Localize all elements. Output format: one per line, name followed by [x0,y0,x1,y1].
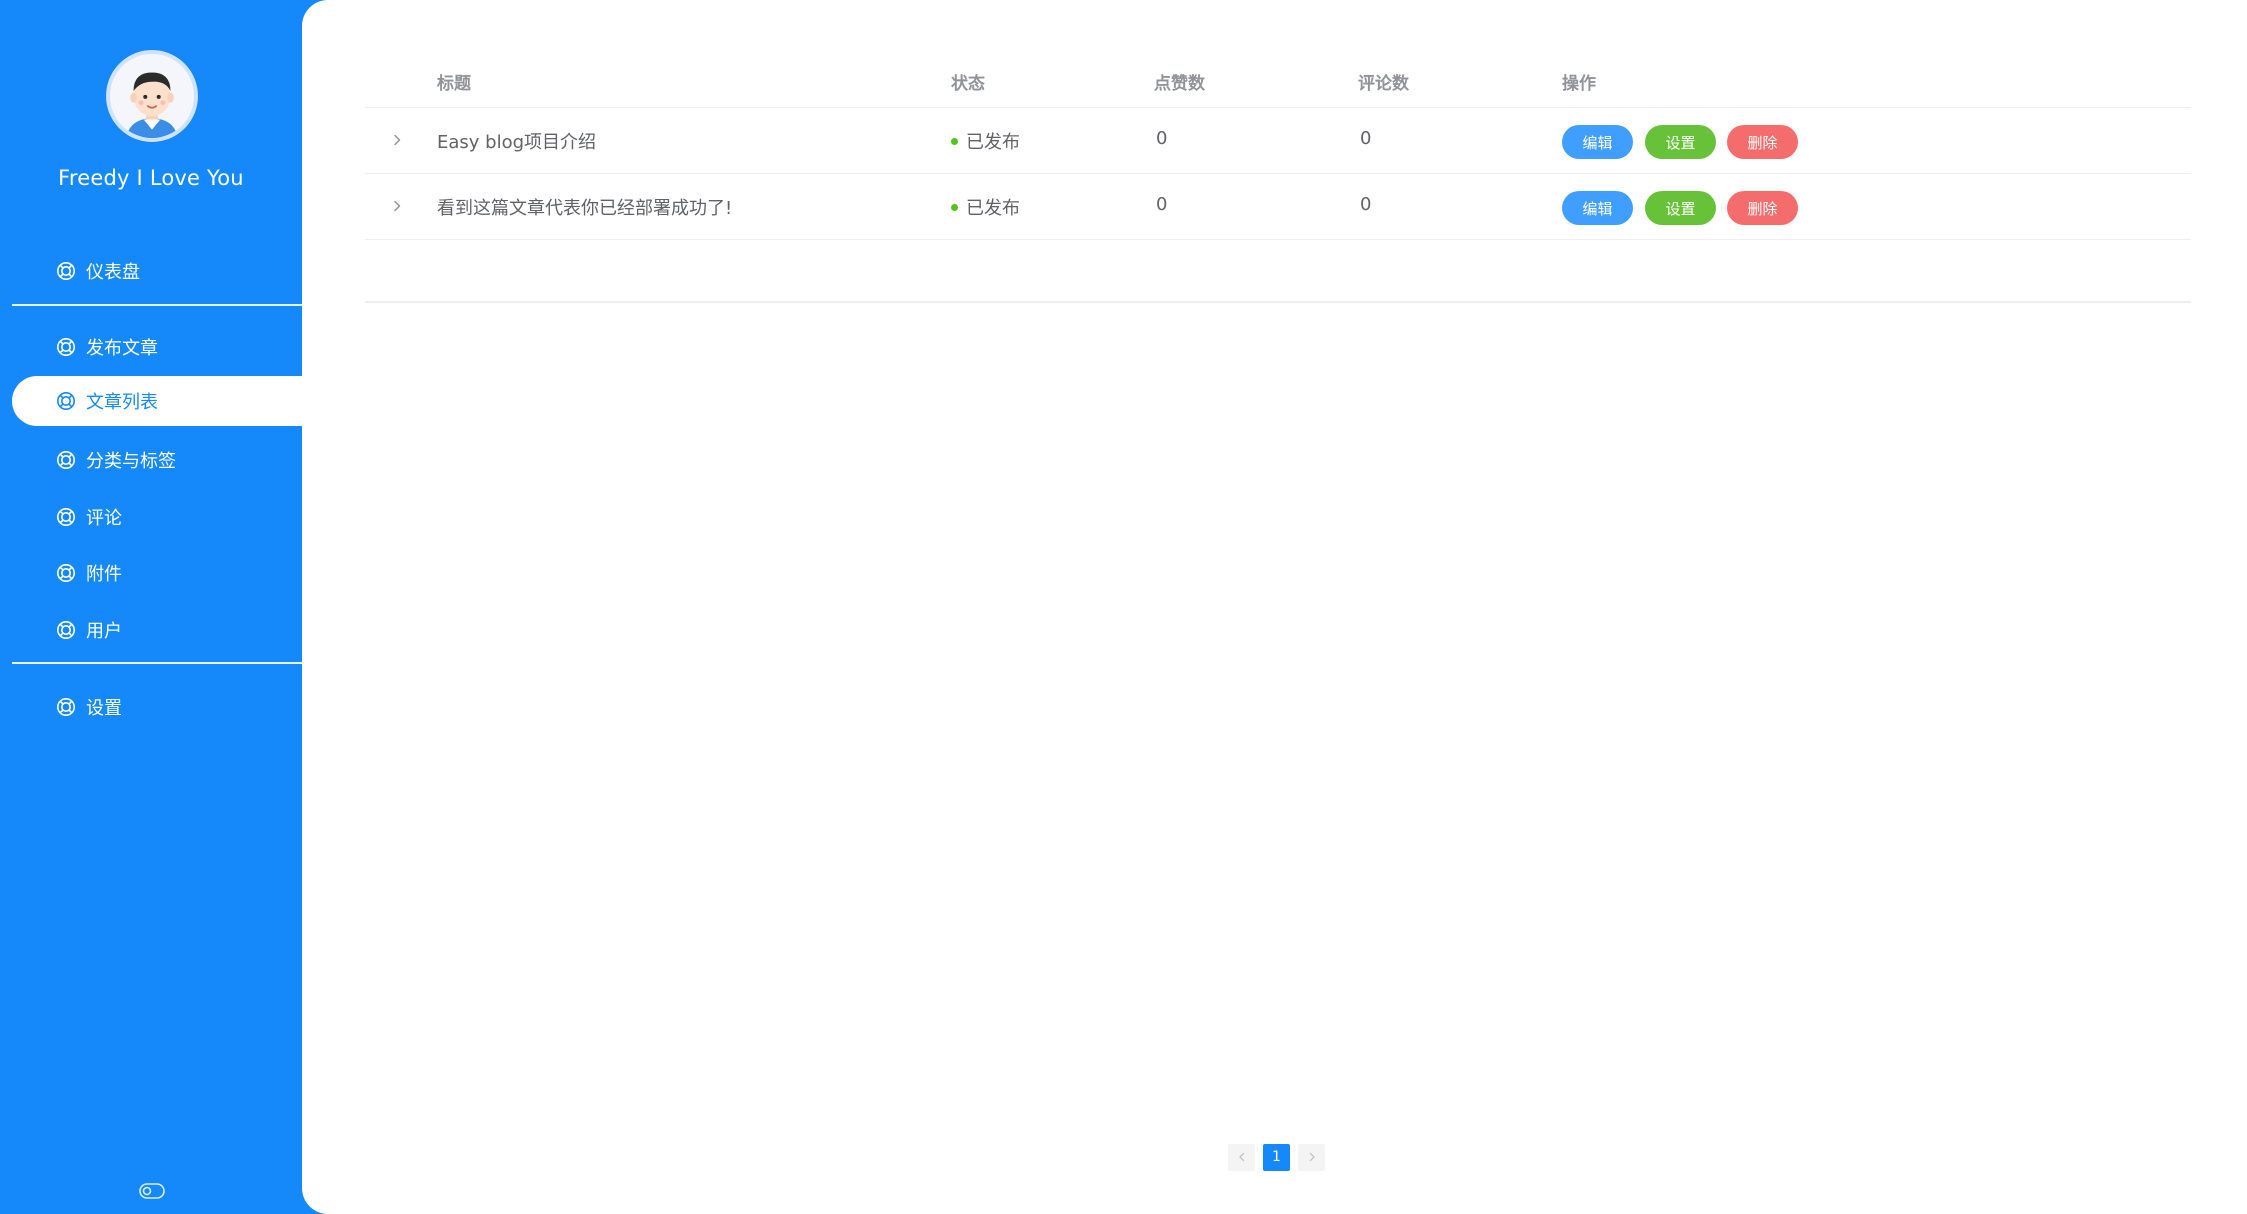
ring-icon [56,563,76,583]
app-root: Freedy I Love You 仪表盘 发布文章 文章列表 分类与标签 评论… [0,0,2247,1214]
next-page-button[interactable] [1298,1143,1325,1171]
status-dot-icon [951,203,958,211]
settings-button[interactable]: 设置 [1645,191,1716,225]
page-number-button[interactable]: 1 [1263,1143,1290,1171]
table-bottom-border [365,301,2191,303]
header-status: 状态 [951,74,985,94]
row-status: 已发布 [951,128,1020,154]
sidebar-item-label: 用户 [86,621,122,642]
ring-icon [56,507,76,527]
sidebar-collapse-toggle[interactable] [139,1183,165,1199]
table-header: 标题 状态 点赞数 评论数 操作 [365,52,2191,108]
sidebar-item-categories-tags[interactable]: 分类与标签 [12,435,302,485]
ring-icon [56,391,76,411]
row-title: 看到这篇文章代表你已经部署成功了! [437,198,733,219]
sidebar-item-dashboard[interactable]: 仪表盘 [12,246,302,296]
sidebar: Freedy I Love You 仪表盘 发布文章 文章列表 分类与标签 评论… [0,0,302,1214]
row-likes: 0 [1156,128,1168,149]
delete-button[interactable]: 删除 [1727,125,1798,159]
header-title: 标题 [437,74,471,94]
edit-button[interactable]: 编辑 [1562,125,1633,159]
status-text: 已发布 [966,198,1020,219]
ring-icon [56,697,76,717]
toggle-icon [139,1183,165,1199]
chevron-right-icon [1309,1152,1315,1162]
sidebar-item-label: 评论 [86,508,122,529]
sidebar-item-settings[interactable]: 设置 [12,682,302,732]
header-likes: 点赞数 [1154,74,1205,94]
pagination: 1 [1228,1143,1325,1171]
status-text: 已发布 [966,132,1020,153]
delete-button[interactable]: 删除 [1727,191,1798,225]
sidebar-item-label: 仪表盘 [86,262,140,283]
sidebar-item-attachments[interactable]: 附件 [12,548,302,598]
row-comments: 0 [1360,194,1372,215]
row-comments: 0 [1360,128,1372,149]
avatar-illustration [110,54,194,138]
row-likes: 0 [1156,194,1168,215]
chevron-right-icon[interactable] [389,132,405,148]
sidebar-item-label: 附件 [86,564,122,585]
nav-divider [12,662,302,664]
row-title: Easy blog项目介绍 [437,132,597,153]
ring-icon [56,261,76,281]
avatar[interactable] [106,50,198,142]
ring-icon [56,450,76,470]
prev-page-button[interactable] [1228,1143,1255,1171]
edit-button[interactable]: 编辑 [1562,191,1633,225]
article-table: 标题 状态 点赞数 评论数 操作 Easy blog项目介绍 已发布 0 0 编… [365,52,2191,240]
row-status: 已发布 [951,194,1020,220]
chevron-right-icon[interactable] [389,198,405,214]
sidebar-item-label: 分类与标签 [86,451,176,472]
status-dot-icon [951,137,958,145]
ring-icon [56,620,76,640]
table-row: 看到这篇文章代表你已经部署成功了! 已发布 0 0 编辑 设置 删除 [365,174,2191,240]
table-row: Easy blog项目介绍 已发布 0 0 编辑 设置 删除 [365,108,2191,174]
header-comments: 评论数 [1358,74,1409,94]
sidebar-item-publish[interactable]: 发布文章 [12,322,302,372]
ring-icon [56,337,76,357]
sidebar-item-label: 发布文章 [86,338,158,359]
sidebar-item-users[interactable]: 用户 [12,605,302,655]
sidebar-item-label: 设置 [86,698,122,719]
main-content: 标题 状态 点赞数 评论数 操作 Easy blog项目介绍 已发布 0 0 编… [302,0,2247,1214]
sidebar-item-label: 文章列表 [86,392,158,413]
username: Freedy I Love You [58,166,244,190]
settings-button[interactable]: 设置 [1645,125,1716,159]
sidebar-item-article-list[interactable]: 文章列表 [12,376,302,426]
sidebar-item-comments[interactable]: 评论 [12,492,302,542]
header-actions: 操作 [1562,74,1596,94]
nav-divider [12,304,302,306]
chevron-left-icon [1238,1152,1244,1162]
